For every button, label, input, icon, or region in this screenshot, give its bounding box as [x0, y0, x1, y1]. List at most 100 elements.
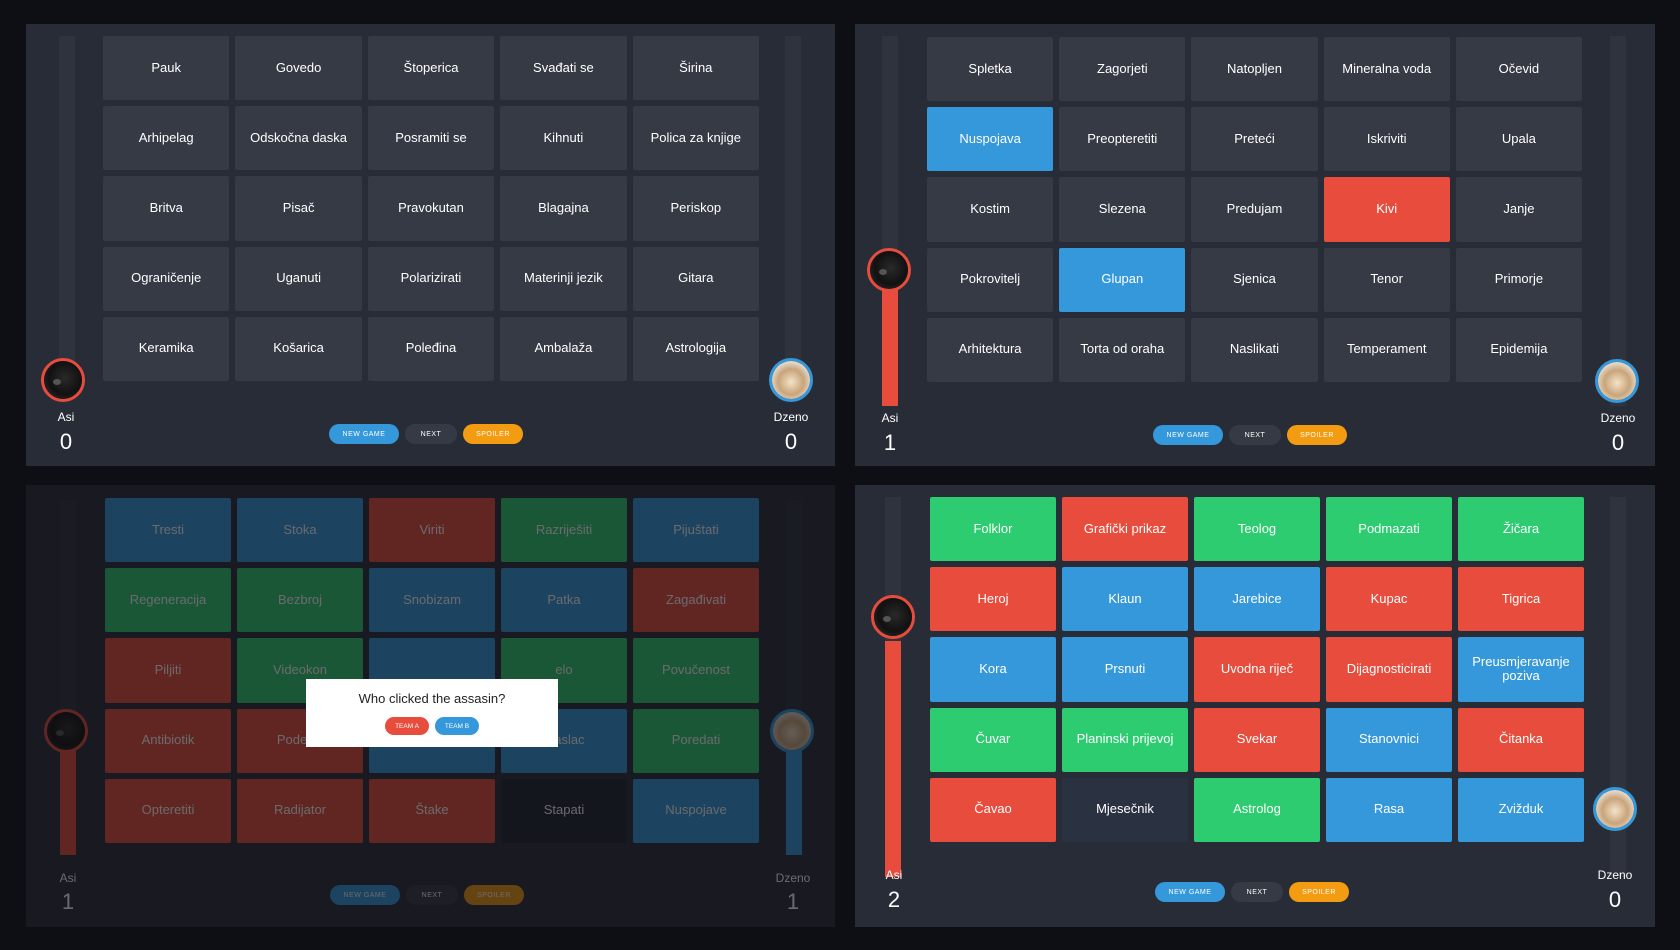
word-card[interactable]: Čavao: [930, 777, 1056, 842]
word-card[interactable]: Materinji jezik: [500, 246, 627, 311]
word-card[interactable]: Klaun: [1062, 567, 1188, 632]
word-card[interactable]: Viriti: [369, 498, 495, 563]
word-card[interactable]: Periskop: [632, 176, 759, 241]
word-card[interactable]: Tresti: [105, 498, 231, 563]
word-card[interactable]: Radijator: [237, 778, 363, 843]
next-button[interactable]: NEXT: [406, 885, 458, 905]
word-card[interactable]: Uganuti: [235, 246, 362, 311]
word-card[interactable]: Stanovnici: [1326, 707, 1452, 772]
new-game-button[interactable]: NEW GAME: [330, 885, 400, 905]
word-card[interactable]: Posramiti se: [367, 106, 495, 171]
word-card[interactable]: Razriješiti: [501, 498, 627, 563]
word-card[interactable]: Povučenost: [633, 638, 759, 703]
word-card[interactable]: Odskočna daska: [235, 106, 362, 171]
word-card[interactable]: Britva: [103, 176, 230, 241]
word-card[interactable]: Tigrica: [1458, 567, 1584, 632]
word-card[interactable]: Dijagnosticirati: [1326, 637, 1452, 702]
word-card[interactable]: Keramika: [103, 316, 230, 381]
word-card[interactable]: Kora: [930, 637, 1056, 702]
word-card[interactable]: Snobizam: [369, 568, 495, 633]
word-card[interactable]: Gitara: [632, 246, 759, 311]
word-card[interactable]: Tenor: [1323, 247, 1450, 312]
word-card[interactable]: Folklor: [930, 497, 1056, 562]
word-card[interactable]: Astrolog: [1194, 777, 1320, 842]
word-card[interactable]: Žičara: [1458, 497, 1584, 562]
word-card[interactable]: Čitanka: [1458, 707, 1584, 772]
word-card[interactable]: Svađati se: [500, 36, 627, 101]
word-card[interactable]: Piljiti: [105, 638, 231, 703]
word-card[interactable]: Slezena: [1059, 177, 1186, 242]
word-card[interactable]: Predujam: [1191, 177, 1318, 242]
word-card[interactable]: Mineralna voda: [1323, 37, 1450, 102]
spoiler-button[interactable]: SPOILER: [464, 885, 524, 905]
team-a-button[interactable]: TEAM A: [385, 717, 429, 735]
word-card[interactable]: Pauk: [103, 36, 230, 101]
word-card[interactable]: Antibiotik: [105, 708, 231, 773]
word-card[interactable]: Podmazati: [1326, 497, 1452, 562]
word-card[interactable]: Nuspojava: [927, 107, 1054, 172]
word-card[interactable]: Kivi: [1323, 177, 1450, 242]
word-card[interactable]: Očevid: [1455, 37, 1582, 102]
next-button[interactable]: NEXT: [1231, 882, 1283, 902]
word-card[interactable]: Teolog: [1194, 497, 1320, 562]
word-card[interactable]: Torta od oraha: [1059, 317, 1186, 382]
word-card[interactable]: Govedo: [235, 36, 362, 101]
word-card[interactable]: Nuspojave: [633, 778, 759, 843]
word-card[interactable]: Astrologija: [632, 316, 759, 381]
word-card[interactable]: Širina: [632, 36, 759, 101]
word-card[interactable]: Grafički prikaz: [1062, 497, 1188, 562]
word-card[interactable]: Janje: [1455, 177, 1582, 242]
spoiler-button[interactable]: SPOILER: [1289, 882, 1349, 902]
word-card[interactable]: Regeneracija: [105, 568, 231, 633]
word-card[interactable]: Natopljen: [1191, 37, 1318, 102]
word-card[interactable]: Štake: [369, 778, 495, 843]
word-card[interactable]: Zvižduk: [1458, 777, 1584, 842]
next-button[interactable]: NEXT: [405, 424, 457, 444]
team-b-button[interactable]: TEAM B: [435, 717, 479, 735]
word-card[interactable]: Arhipelag: [103, 106, 230, 171]
word-card[interactable]: Pijuštati: [633, 498, 759, 563]
word-card[interactable]: Čuvar: [930, 707, 1056, 772]
word-card[interactable]: Preopteretiti: [1059, 107, 1186, 172]
new-game-button[interactable]: NEW GAME: [1153, 425, 1223, 445]
word-card[interactable]: Košarica: [235, 316, 362, 381]
word-card[interactable]: Ograničenje: [103, 246, 230, 311]
word-card[interactable]: Pokrovitelj: [927, 247, 1054, 312]
word-card[interactable]: Jarebice: [1194, 567, 1320, 632]
word-card[interactable]: Zagorjeti: [1059, 37, 1186, 102]
word-card[interactable]: Stoka: [237, 498, 363, 563]
word-card[interactable]: Patka: [501, 568, 627, 633]
word-card[interactable]: Kupac: [1326, 567, 1452, 632]
word-card[interactable]: Temperament: [1323, 317, 1450, 382]
word-card[interactable]: Opteretiti: [105, 778, 231, 843]
spoiler-button[interactable]: SPOILER: [463, 424, 523, 444]
word-card[interactable]: Planinski prijevoj: [1062, 707, 1188, 772]
word-card[interactable]: Mjesečnik: [1062, 777, 1188, 842]
word-card[interactable]: Blagajna: [500, 176, 627, 241]
word-card[interactable]: Poredati: [633, 708, 759, 773]
word-card[interactable]: Zagađivati: [633, 568, 759, 633]
word-card[interactable]: Kostim: [927, 177, 1054, 242]
word-card[interactable]: Naslikati: [1191, 317, 1318, 382]
word-card[interactable]: Epidemija: [1455, 317, 1582, 382]
spoiler-button[interactable]: SPOILER: [1287, 425, 1347, 445]
word-card[interactable]: Pravokutan: [367, 176, 495, 241]
word-card[interactable]: Pisač: [235, 176, 362, 241]
word-card[interactable]: Upala: [1455, 107, 1582, 172]
word-card[interactable]: Polarizirati: [367, 246, 495, 311]
word-card[interactable]: Glupan: [1059, 247, 1186, 312]
new-game-button[interactable]: NEW GAME: [329, 424, 399, 444]
word-card[interactable]: Arhitektura: [927, 317, 1054, 382]
word-card[interactable]: Preteći: [1191, 107, 1318, 172]
word-card[interactable]: Ambalaža: [500, 316, 627, 381]
word-card[interactable]: Štoperica: [367, 36, 495, 101]
word-card[interactable]: Kihnuti: [500, 106, 627, 171]
word-card[interactable]: Bezbroj: [237, 568, 363, 633]
word-card[interactable]: Iskriviti: [1323, 107, 1450, 172]
word-card[interactable]: Uvodna riječ: [1194, 637, 1320, 702]
word-card[interactable]: Heroj: [930, 567, 1056, 632]
word-card[interactable]: Polica za knjige: [632, 106, 759, 171]
word-card[interactable]: Rasa: [1326, 777, 1452, 842]
word-card[interactable]: Preusmjeravanje poziva: [1458, 637, 1584, 702]
word-card[interactable]: Spletka: [927, 37, 1054, 102]
